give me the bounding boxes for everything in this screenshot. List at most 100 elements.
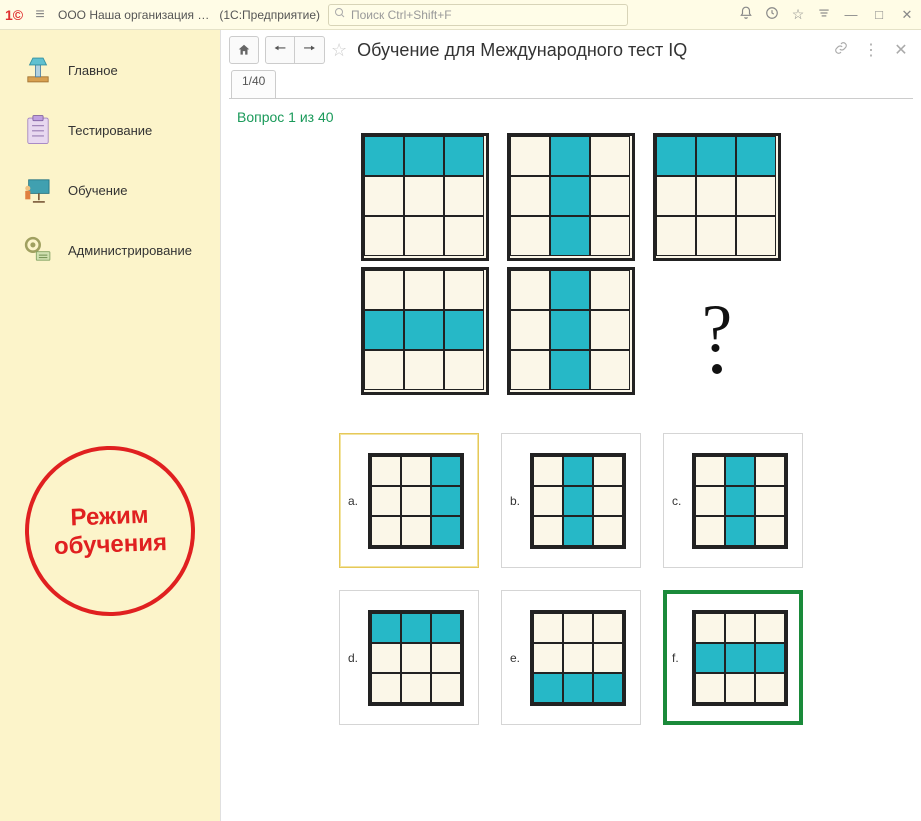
search-icon xyxy=(329,7,351,22)
matrix-cell xyxy=(695,613,725,643)
matrix-cell xyxy=(364,270,404,310)
matrix-cell xyxy=(431,673,461,703)
matrix-cell xyxy=(590,270,630,310)
matrix-cell xyxy=(736,216,776,256)
history-icon[interactable] xyxy=(759,6,785,23)
tab-progress[interactable]: 1/40 xyxy=(231,70,276,98)
sidebar-item-label: Тестирование xyxy=(68,123,152,138)
search-input[interactable]: Поиск Ctrl+Shift+F xyxy=(328,4,628,26)
matrix-cell xyxy=(371,613,401,643)
matrix-cell xyxy=(725,613,755,643)
matrix xyxy=(530,453,626,549)
more-icon[interactable]: ⋮ xyxy=(859,40,883,60)
matrix-cell xyxy=(550,270,590,310)
matrix-cell xyxy=(725,456,755,486)
main-area: 🠔 🠖 ☆ Обучение для Международного тест I… xyxy=(220,30,921,821)
matrix-cell xyxy=(590,350,630,390)
matrix-cell xyxy=(401,486,431,516)
matrix xyxy=(368,610,464,706)
matrix-cell xyxy=(593,516,623,546)
matrix-cell xyxy=(736,136,776,176)
minimize-button[interactable]: — xyxy=(837,7,865,22)
matrix xyxy=(368,453,464,549)
matrix-cell xyxy=(593,486,623,516)
link-icon[interactable] xyxy=(829,41,853,60)
matrix-cell xyxy=(431,516,461,546)
org-name: ООО Наша организация … xyxy=(58,8,209,22)
sidebar-item-label: Главное xyxy=(68,63,118,78)
matrix-cell xyxy=(550,176,590,216)
app-name: (1С:Предприятие) xyxy=(219,8,320,22)
puzzle-area: ? xyxy=(237,133,905,395)
menu-icon[interactable]: ≡ xyxy=(28,6,52,24)
matrix-cell xyxy=(404,176,444,216)
training-mode-stamp: Режим обучения xyxy=(22,443,198,619)
matrix-cell xyxy=(364,136,404,176)
matrix-cell xyxy=(725,516,755,546)
back-button[interactable]: 🠔 xyxy=(265,36,295,64)
star-icon[interactable]: ☆ xyxy=(785,6,811,23)
window-title: ООО Наша организация … (1С:Предприятие) xyxy=(52,8,320,22)
answer-option[interactable]: f. xyxy=(663,590,803,725)
matrix-cell xyxy=(371,673,401,703)
answer-option[interactable]: e. xyxy=(501,590,641,725)
matrix-cell xyxy=(404,216,444,256)
matrix-cell xyxy=(533,613,563,643)
matrix-cell xyxy=(371,643,401,673)
answers-area: a.b.c. d. e.f. xyxy=(311,433,831,725)
matrix-cell xyxy=(371,486,401,516)
matrix-cell xyxy=(593,613,623,643)
sidebar-item-main[interactable]: Главное xyxy=(0,40,220,100)
toolbar: 🠔 🠖 ☆ Обучение для Международного тест I… xyxy=(221,30,921,70)
bell-icon[interactable] xyxy=(733,6,759,23)
matrix-cell xyxy=(550,136,590,176)
sidebar-item-admin[interactable]: Администрирование xyxy=(0,220,220,280)
maximize-button[interactable]: □ xyxy=(865,7,893,22)
tab-label: 1/40 xyxy=(242,74,265,88)
tab-bar: 1/40 xyxy=(221,70,921,98)
answer-option[interactable]: c. xyxy=(663,433,803,568)
close-window-button[interactable]: ✕ xyxy=(893,7,921,23)
matrix-cell xyxy=(510,216,550,256)
matrix-cell xyxy=(590,136,630,176)
matrix-cell xyxy=(593,643,623,673)
gear-icon xyxy=(18,230,58,270)
matrix-cell xyxy=(593,456,623,486)
matrix-cell xyxy=(510,136,550,176)
answer-option[interactable]: a. xyxy=(339,433,479,568)
matrix-cell xyxy=(510,310,550,350)
settings-lines-icon[interactable] xyxy=(811,6,837,23)
answer-label: d. xyxy=(348,651,362,665)
question-counter: Вопрос 1 из 40 xyxy=(237,109,905,125)
matrix-cell xyxy=(364,310,404,350)
forward-button[interactable]: 🠖 xyxy=(295,36,325,64)
home-button[interactable] xyxy=(229,36,259,64)
matrix-cell xyxy=(736,176,776,216)
sidebar-item-training[interactable]: Обучение xyxy=(0,160,220,220)
matrix-cell xyxy=(444,270,484,310)
matrix-cell xyxy=(431,613,461,643)
answer-option[interactable]: d. xyxy=(339,590,479,725)
matrix-cell xyxy=(401,673,431,703)
sidebar-item-testing[interactable]: Тестирование xyxy=(0,100,220,160)
matrix-cell xyxy=(533,643,563,673)
matrix-cell xyxy=(695,643,725,673)
matrix-cell xyxy=(725,673,755,703)
matrix-cell xyxy=(695,456,725,486)
matrix-cell xyxy=(755,673,785,703)
favorite-star-icon[interactable]: ☆ xyxy=(331,40,347,61)
stamp-line1: Режим xyxy=(70,502,149,533)
answer-option[interactable]: b. xyxy=(501,433,641,568)
matrix-cell xyxy=(563,673,593,703)
matrix-cell xyxy=(431,486,461,516)
matrix-cell xyxy=(695,516,725,546)
content-area: Вопрос 1 из 40 ? a.b.c. d. e.f. xyxy=(229,98,913,813)
page-title: Обучение для Международного тест IQ xyxy=(357,40,687,61)
sidebar-item-label: Администрирование xyxy=(68,243,192,258)
matrix xyxy=(507,267,635,395)
matrix-cell xyxy=(431,643,461,673)
close-tab-button[interactable]: ✕ xyxy=(889,40,913,60)
matrix-cell xyxy=(371,456,401,486)
sidebar-item-label: Обучение xyxy=(68,183,127,198)
matrix-cell xyxy=(593,673,623,703)
